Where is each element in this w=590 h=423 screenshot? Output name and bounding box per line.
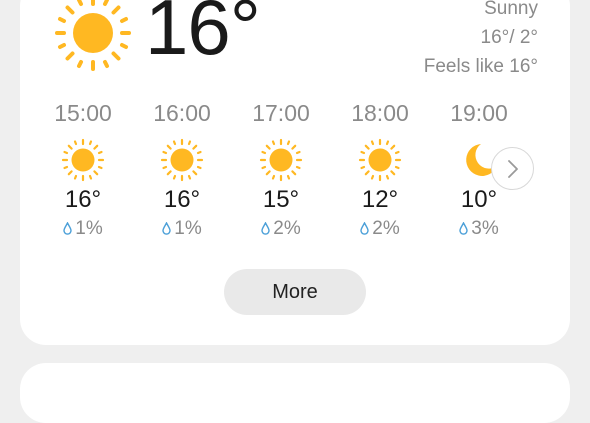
precip-value: 2% — [273, 218, 301, 239]
precip-value: 2% — [372, 218, 400, 239]
condition-text: Sunny — [484, 0, 538, 19]
hour-item: 15:00 16° 1% — [33, 98, 133, 242]
drop-icon — [459, 222, 468, 235]
drop-icon — [63, 222, 72, 235]
sun-icon — [259, 138, 303, 182]
drop-icon — [261, 222, 270, 235]
precip-value: 3% — [471, 218, 499, 239]
hour-time: 18:00 — [351, 100, 409, 126]
hour-item: 17:00 15° 2% — [231, 98, 331, 242]
hour-temperature: 12° — [361, 186, 399, 213]
chevron-right-icon — [508, 160, 518, 178]
sun-icon — [160, 138, 204, 182]
scroll-next-button[interactable] — [491, 147, 534, 190]
hour-precipitation: 3% — [429, 216, 529, 242]
hour-time: 17:00 — [252, 100, 310, 126]
hour-precipitation: 2% — [330, 216, 430, 242]
hour-precipitation: 1% — [33, 216, 133, 242]
weather-summary: Sunny 16°/ 2° Feels like 16° — [424, 0, 538, 81]
hour-time: 15:00 — [54, 100, 112, 126]
sun-icon — [55, 0, 131, 71]
hour-item: 16:00 16° 1% — [132, 98, 232, 242]
precip-value: 1% — [174, 218, 202, 239]
hour-temperature: 15° — [262, 186, 300, 213]
hour-item: 18:00 12° 2% — [330, 98, 430, 242]
sun-icon — [61, 138, 105, 182]
current-temperature: 16° — [145, 0, 261, 71]
drop-icon — [162, 222, 171, 235]
hour-precipitation: 2% — [231, 216, 331, 242]
more-button[interactable]: More — [224, 269, 366, 315]
next-card — [20, 363, 570, 423]
drop-icon — [360, 222, 369, 235]
hour-time: 19:00 — [450, 100, 508, 126]
sun-icon — [358, 138, 402, 182]
hour-time: 16:00 — [153, 100, 211, 126]
precip-value: 1% — [75, 218, 103, 239]
high-low-text: 16°/ 2° — [480, 27, 538, 48]
feels-like-text: Feels like 16° — [423, 56, 538, 77]
hour-precipitation: 1% — [132, 216, 232, 242]
hourly-forecast[interactable]: 15:00 16° 1% 16:00 16° 1% 17:00 15° 2% 1… — [30, 98, 550, 248]
hour-temperature: 16° — [64, 186, 102, 213]
hour-temperature: 16° — [163, 186, 201, 213]
